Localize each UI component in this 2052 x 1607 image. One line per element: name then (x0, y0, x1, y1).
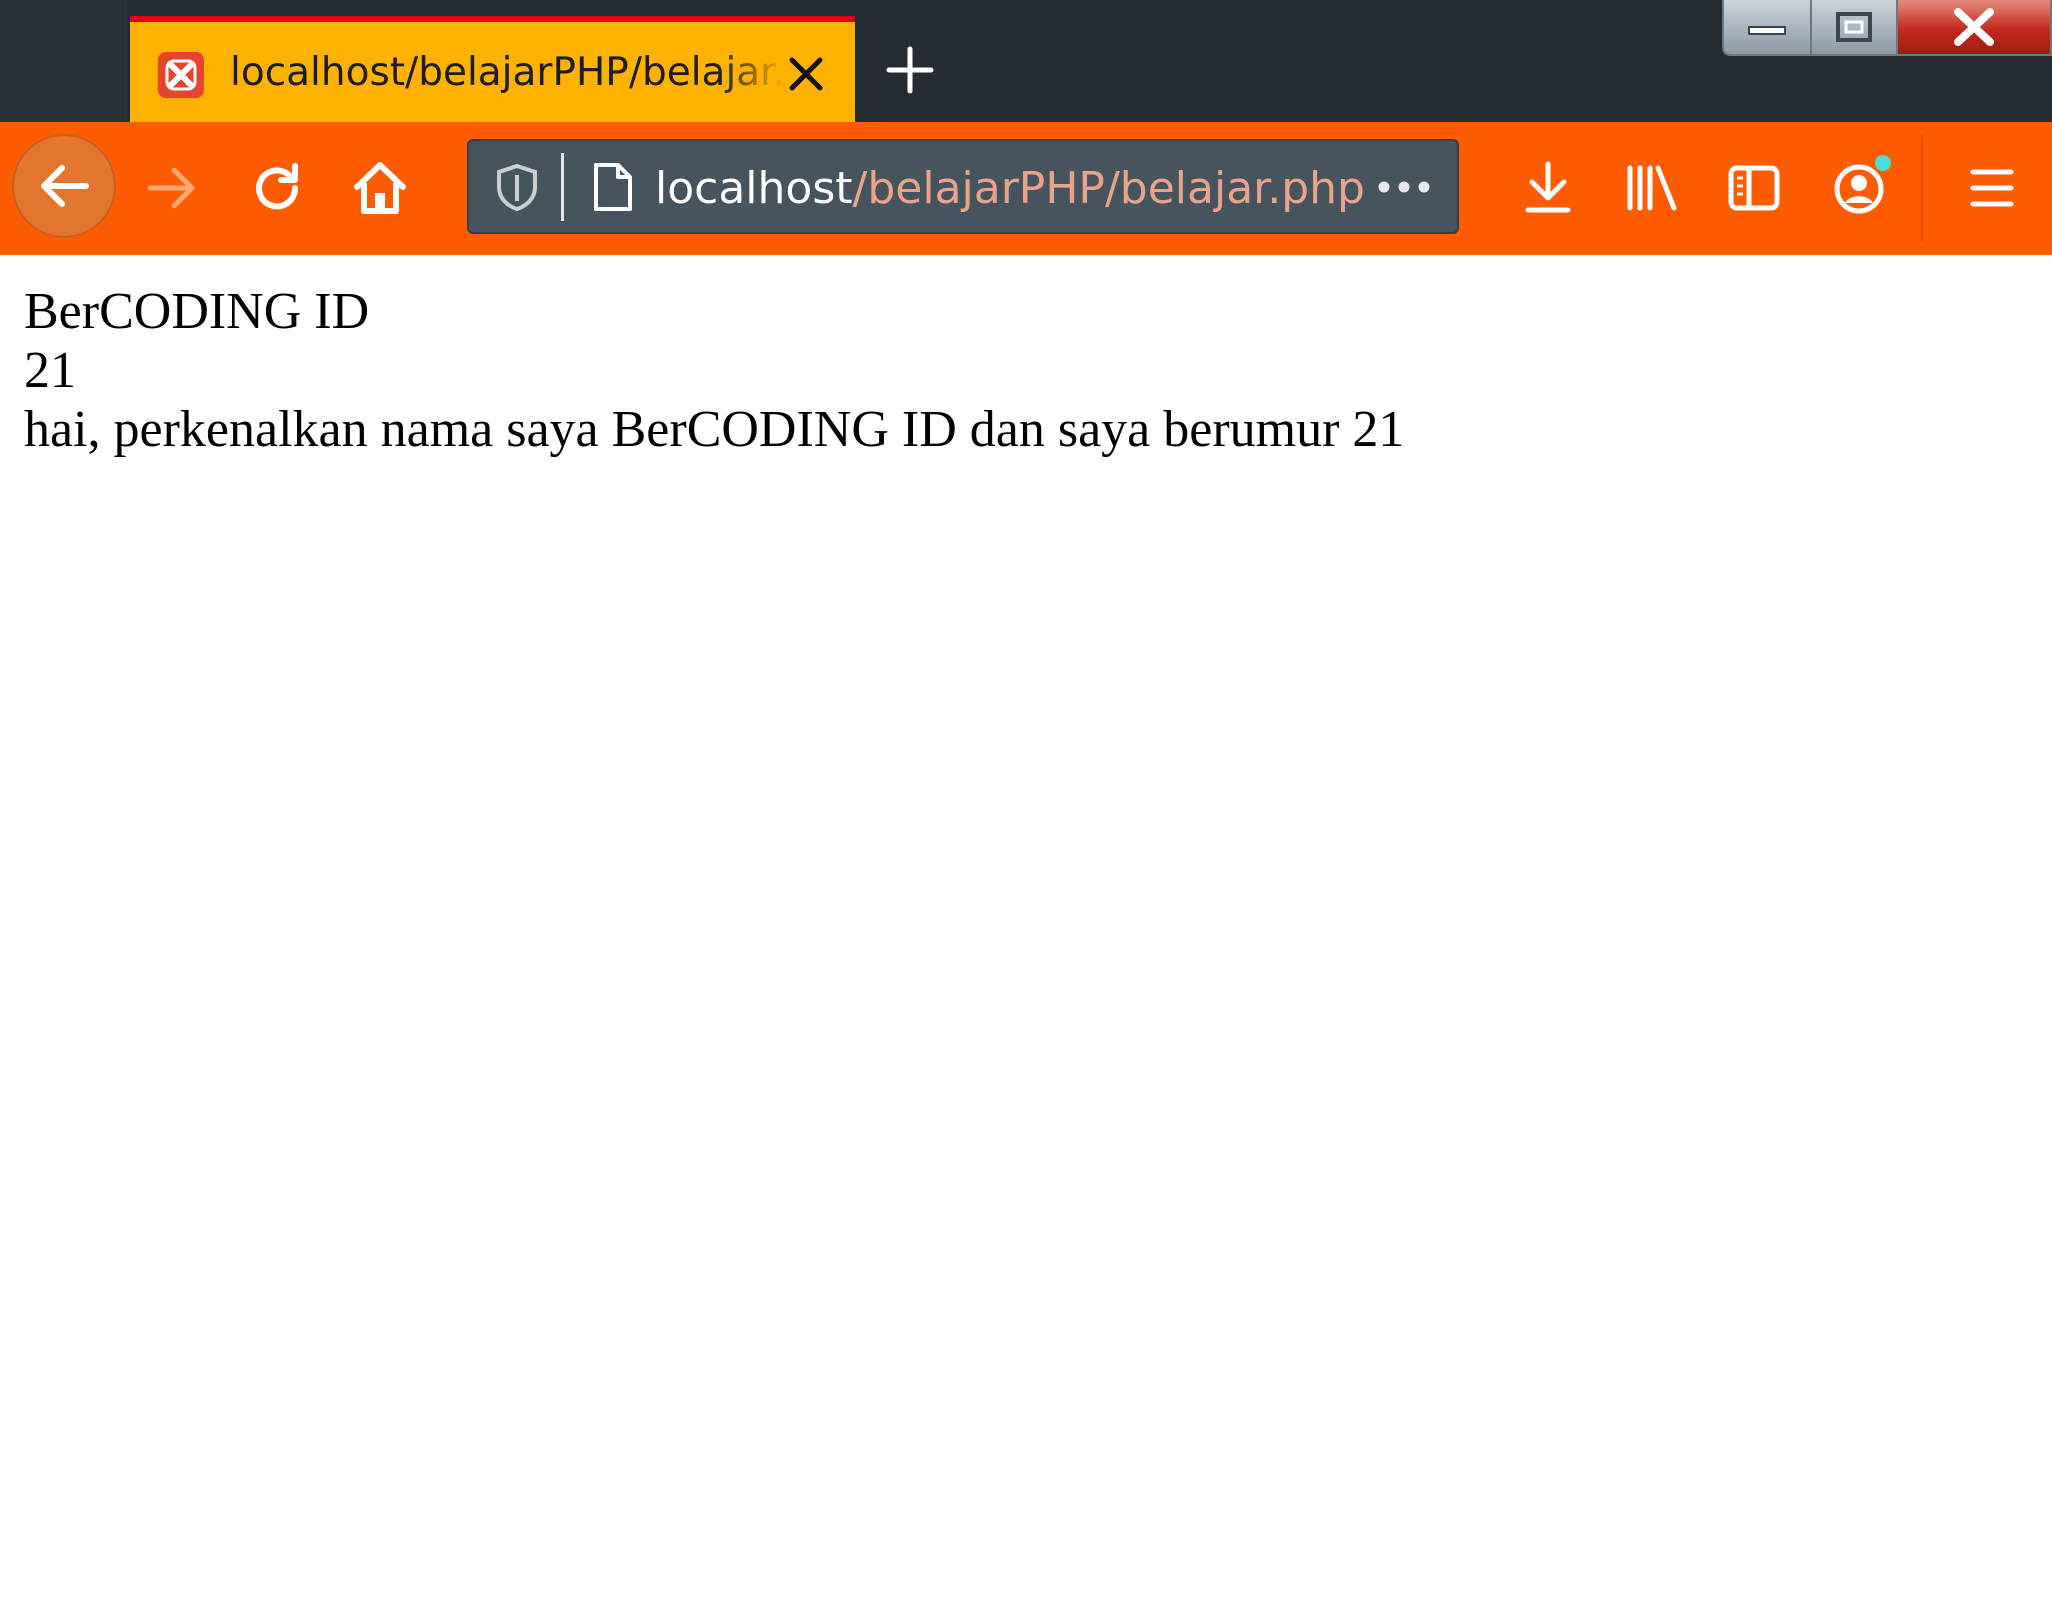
download-icon[interactable] (1518, 156, 1578, 220)
home-icon[interactable] (346, 154, 414, 222)
active-tab[interactable]: localhost/belajarPHP/belajar.php (130, 16, 855, 122)
xampp-icon (158, 52, 204, 98)
toolbar-divider (1921, 134, 1923, 242)
menu-icon[interactable] (1962, 158, 2022, 218)
url-path: /belajarPHP/belajar.php (852, 163, 1365, 214)
close-icon[interactable] (780, 48, 832, 100)
library-icon[interactable] (1622, 156, 1682, 220)
age-line: 21 (24, 342, 76, 399)
page-icon (585, 159, 641, 215)
url-host: localhost (655, 163, 853, 214)
more-dots-icon[interactable] (1374, 165, 1434, 209)
sidebar-icon[interactable] (1724, 156, 1784, 220)
minimize-icon[interactable] (1722, 0, 1812, 56)
name-line: BerCODING ID (24, 283, 370, 340)
arrow-left-icon[interactable] (12, 134, 116, 238)
account-icon[interactable] (1826, 148, 1898, 220)
url-separator (561, 153, 564, 221)
tabstrip-spacer (0, 0, 127, 122)
window-close-icon[interactable] (1896, 0, 2052, 56)
window-controls (1722, 0, 2052, 60)
arrow-right-icon[interactable] (140, 156, 204, 220)
title-bar: localhost/belajarPHP/belajar.php (0, 0, 2052, 122)
restore-icon[interactable] (1810, 0, 1898, 56)
url-text[interactable]: localhost/belajarPHP/belajar.php (655, 163, 1365, 214)
shield-icon[interactable] (489, 159, 545, 215)
reload-icon[interactable] (245, 156, 309, 220)
page-content: BerCODING ID 21 hai, perkenalkan nama sa… (24, 282, 1404, 459)
tab-title: localhost/belajarPHP/belajar.php (230, 50, 785, 95)
intro-sentence: hai, perkenalkan nama saya BerCODING ID … (24, 401, 1405, 458)
navigation-toolbar: localhost/belajarPHP/belajar.php (0, 122, 2052, 255)
url-bar[interactable]: localhost/belajarPHP/belajar.php (467, 139, 1459, 234)
plus-icon[interactable] (880, 40, 940, 100)
